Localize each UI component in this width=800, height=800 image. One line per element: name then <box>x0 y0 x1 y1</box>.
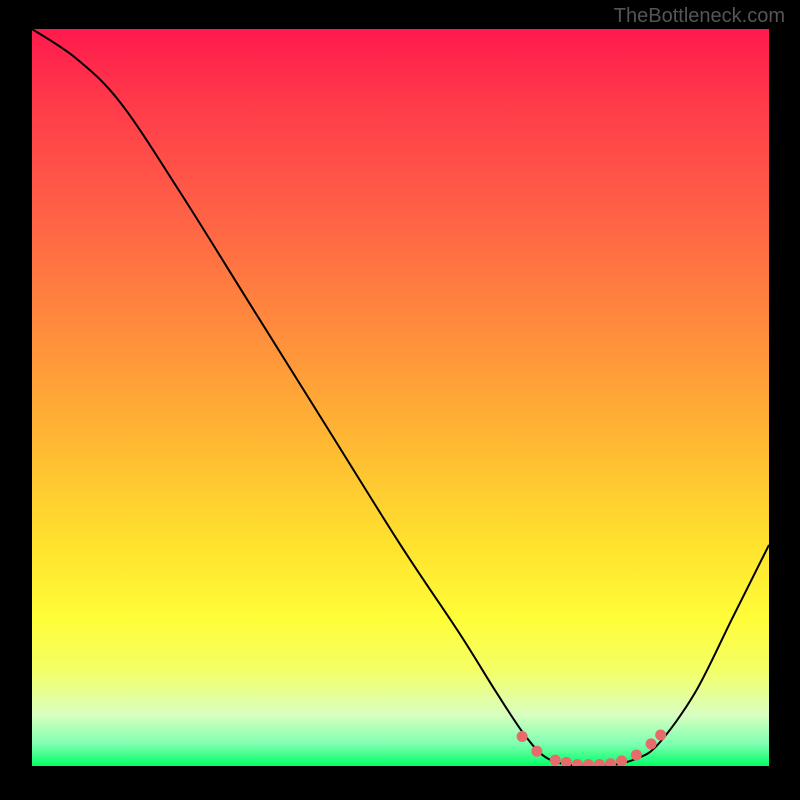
marker-dot <box>561 757 572 766</box>
marker-dot <box>550 755 561 766</box>
marker-dot <box>655 730 666 741</box>
marker-dot <box>605 758 616 766</box>
chart-svg <box>32 29 769 766</box>
watermark: TheBottleneck.com <box>614 5 785 28</box>
bottom-markers-group <box>517 730 667 766</box>
marker-dot <box>531 746 542 757</box>
marker-dot <box>594 759 605 766</box>
marker-dot <box>631 749 642 760</box>
bottleneck-curve-line <box>32 29 769 766</box>
marker-dot <box>572 759 583 766</box>
marker-dot <box>646 738 657 749</box>
marker-dot <box>517 731 528 742</box>
marker-dot <box>616 755 627 766</box>
chart-plot-area <box>32 29 769 766</box>
marker-dot <box>583 759 594 766</box>
